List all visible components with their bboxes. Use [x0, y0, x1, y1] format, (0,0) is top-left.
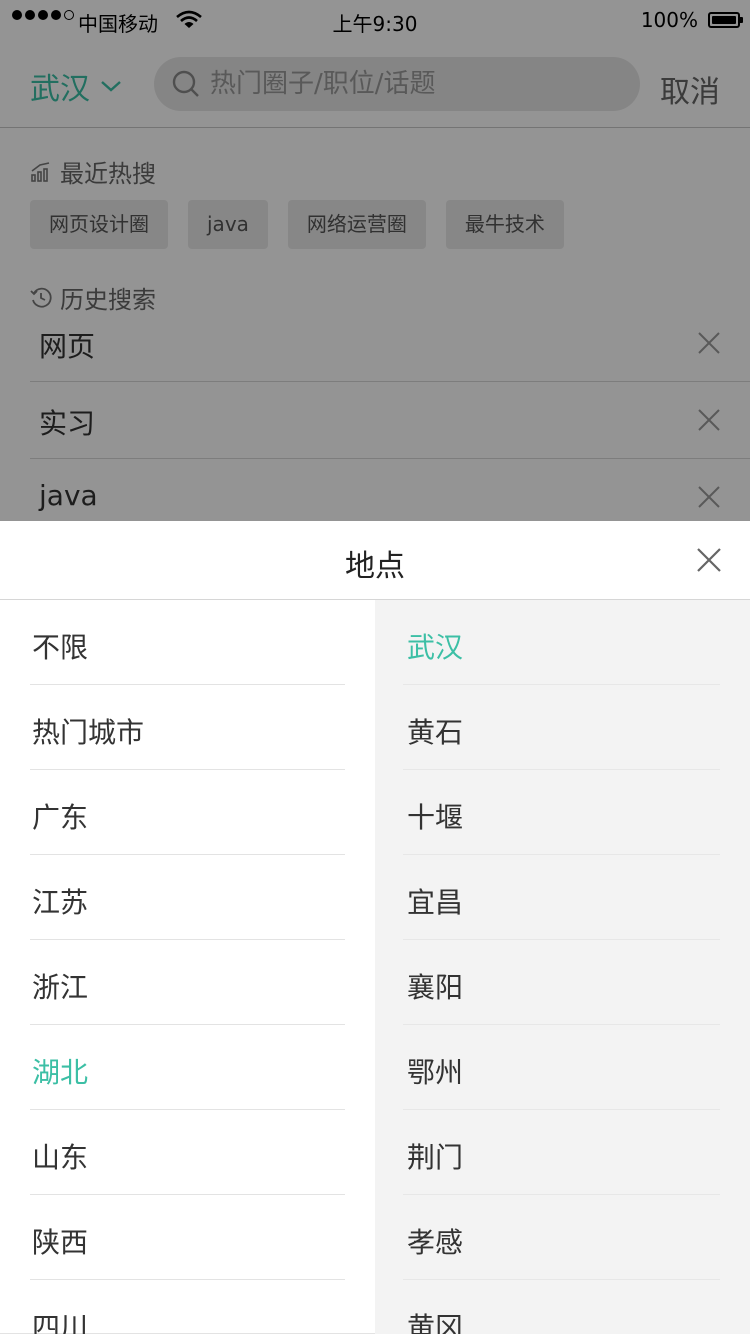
city-item[interactable]: 孝感 — [403, 1195, 720, 1280]
city-item[interactable]: 黄冈 — [403, 1280, 720, 1334]
city-label: 孝感 — [407, 1226, 464, 1259]
city-item[interactable]: 十堰 — [403, 770, 720, 855]
province-item[interactable]: 广东 — [30, 770, 345, 855]
province-item[interactable]: 江苏 — [30, 855, 345, 940]
city-label: 鄂州 — [407, 1056, 464, 1089]
province-item-selected[interactable]: 湖北 — [30, 1025, 345, 1110]
province-item[interactable]: 浙江 — [30, 940, 345, 1025]
province-label: 湖北 — [32, 1056, 89, 1089]
province-label: 四川 — [32, 1311, 89, 1334]
province-item[interactable]: 热门城市 — [30, 685, 345, 770]
sheet-title: 地点 — [345, 549, 405, 584]
close-icon[interactable] — [696, 547, 722, 573]
city-item[interactable]: 黄石 — [403, 685, 720, 770]
city-item[interactable]: 襄阳 — [403, 940, 720, 1025]
province-label: 热门城市 — [32, 716, 145, 749]
province-label: 不限 — [32, 631, 89, 664]
city-item[interactable]: 荆门 — [403, 1110, 720, 1195]
province-label: 广东 — [32, 801, 89, 834]
location-columns: 不限 热门城市 广东 江苏 浙江 湖北 山东 陕西 四川 武汉 黄石 十堰 宜昌… — [0, 600, 750, 1334]
city-label: 宜昌 — [407, 886, 464, 919]
province-item[interactable]: 四川 — [30, 1280, 345, 1334]
city-item[interactable]: 宜昌 — [403, 855, 720, 940]
sheet-header: 地点 — [0, 521, 750, 600]
location-picker-sheet: 地点 不限 热门城市 广东 江苏 浙江 湖北 山东 陕西 四川 武汉 黄石 十堰… — [0, 521, 750, 1334]
province-label: 山东 — [32, 1141, 89, 1174]
province-item[interactable]: 陕西 — [30, 1195, 345, 1280]
province-label: 江苏 — [32, 886, 89, 919]
province-list[interactable]: 不限 热门城市 广东 江苏 浙江 湖北 山东 陕西 四川 — [0, 600, 375, 1334]
province-label: 陕西 — [32, 1226, 89, 1259]
province-label: 浙江 — [32, 971, 89, 1004]
city-item[interactable]: 鄂州 — [403, 1025, 720, 1110]
city-item-selected[interactable]: 武汉 — [403, 600, 720, 685]
city-list[interactable]: 武汉 黄石 十堰 宜昌 襄阳 鄂州 荆门 孝感 黄冈 — [375, 600, 750, 1334]
city-label: 荆门 — [407, 1141, 464, 1174]
city-label: 襄阳 — [407, 971, 464, 1004]
city-label: 黄石 — [407, 716, 464, 749]
city-label: 武汉 — [407, 631, 464, 664]
province-item[interactable]: 不限 — [30, 600, 345, 685]
city-label: 黄冈 — [407, 1311, 464, 1334]
province-item[interactable]: 山东 — [30, 1110, 345, 1195]
city-label: 十堰 — [407, 801, 464, 834]
